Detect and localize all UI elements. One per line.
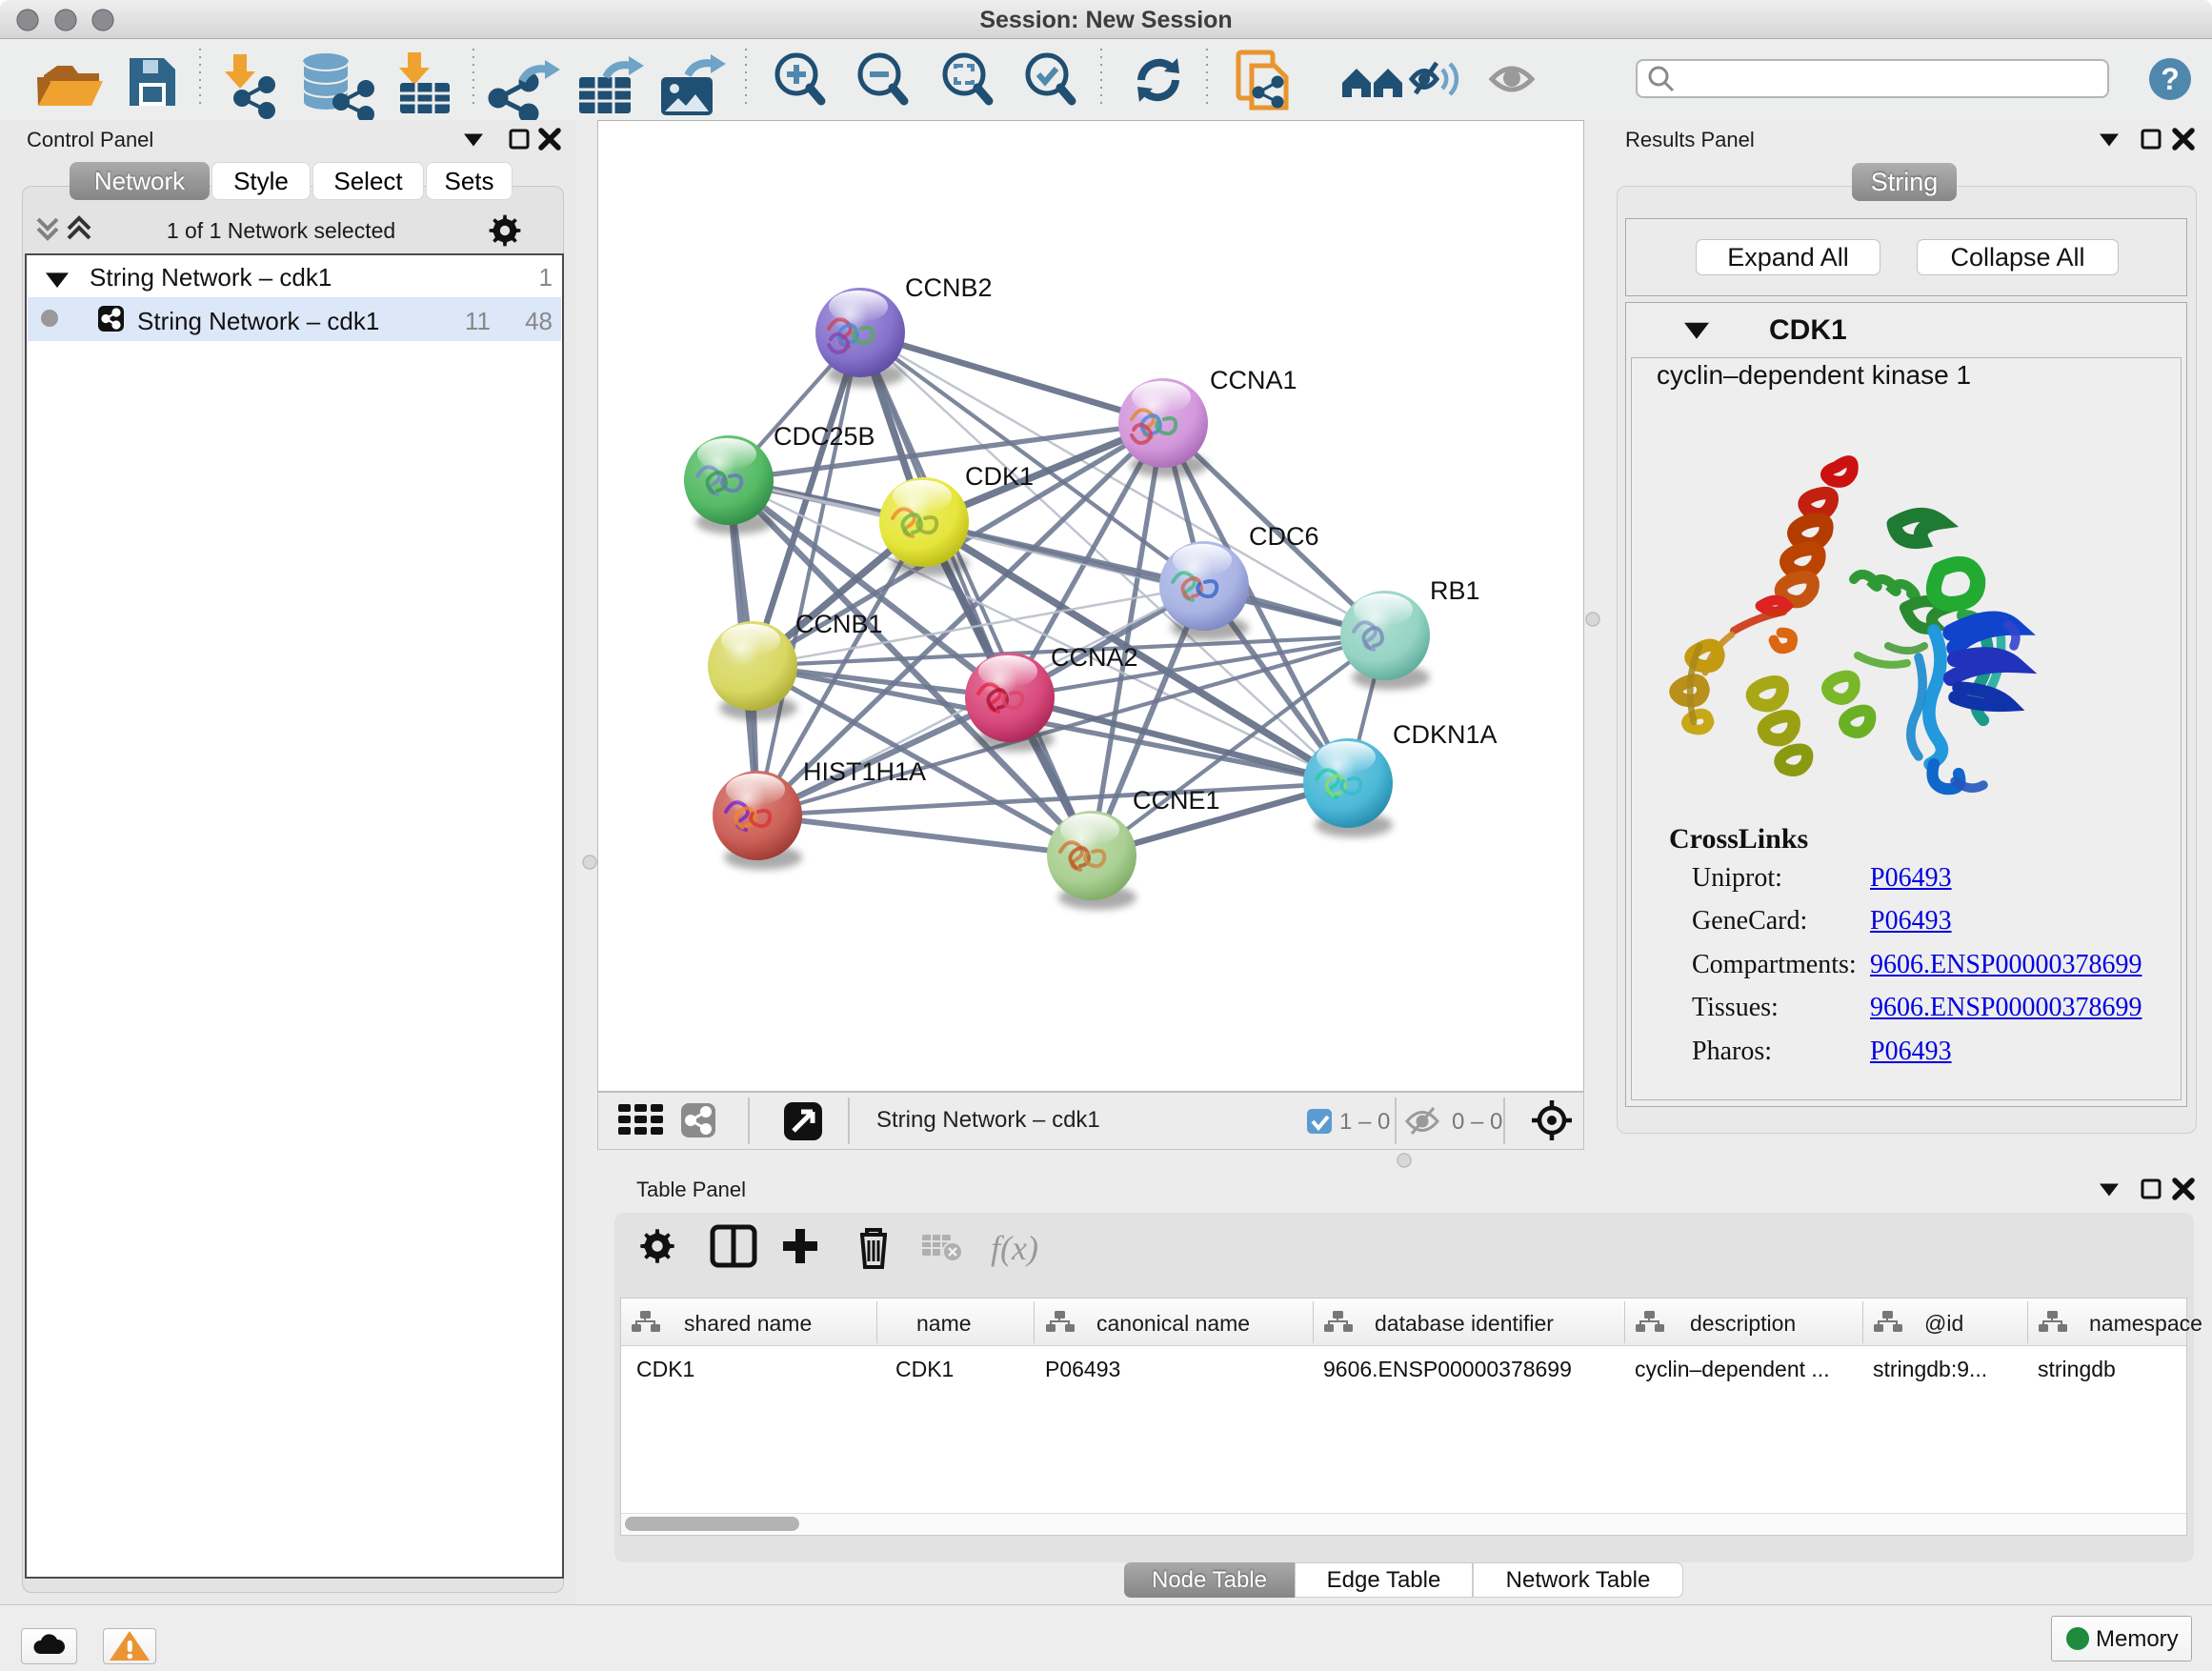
svg-text:CCNB1: CCNB1 <box>795 610 883 638</box>
svg-text:CDC6: CDC6 <box>1249 522 1319 551</box>
svg-text:CDK1: CDK1 <box>965 462 1034 491</box>
svg-text:CDC25B: CDC25B <box>774 422 875 451</box>
svg-text:f(x): f(x) <box>991 1229 1038 1267</box>
svg-text:HIST1H1A: HIST1H1A <box>803 757 926 786</box>
svg-text:RB1: RB1 <box>1430 576 1480 605</box>
svg-text:CCNA2: CCNA2 <box>1051 643 1138 672</box>
svg-text:CCNE1: CCNE1 <box>1133 786 1220 815</box>
svg-text:CDKN1A: CDKN1A <box>1393 720 1498 749</box>
svg-text:CCNA1: CCNA1 <box>1210 366 1297 394</box>
svg-text:?: ? <box>2161 62 2180 96</box>
svg-text:CCNB2: CCNB2 <box>905 273 993 302</box>
